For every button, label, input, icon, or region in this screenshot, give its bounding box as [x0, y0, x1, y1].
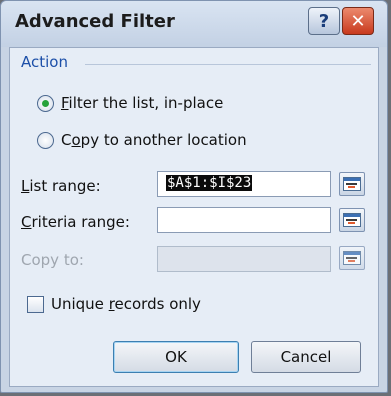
action-group-label: Action: [21, 53, 68, 71]
help-icon: ?: [318, 10, 330, 32]
unique-records-label: Unique records only: [51, 295, 201, 313]
list-range-value: $A$1:$I$23: [166, 175, 253, 191]
radio-dot: [42, 99, 49, 107]
cancel-label: Cancel: [280, 348, 332, 366]
advanced-filter-dialog: Advanced Filter ? ✕ Action Filter the li…: [0, 0, 388, 393]
ok-label: OK: [165, 348, 187, 366]
collapse-dialog-icon: [343, 177, 361, 191]
criteria-range-label: Criteria range:: [21, 213, 130, 231]
help-button[interactable]: ?: [308, 7, 340, 35]
criteria-range-collapse-button[interactable]: [339, 208, 365, 232]
collapse-dialog-icon: [343, 251, 361, 265]
cancel-button[interactable]: Cancel: [251, 341, 361, 373]
dialog-title: Advanced Filter: [15, 11, 175, 32]
copy-to-label: Copy to:: [21, 251, 84, 269]
radio-selected[interactable]: [37, 94, 54, 112]
radio-unselected[interactable]: [37, 131, 54, 149]
criteria-range-input[interactable]: [157, 207, 331, 233]
close-button[interactable]: ✕: [342, 7, 374, 35]
copy-to-location-radio[interactable]: Copy to another location: [37, 131, 247, 149]
list-range-label: List range:: [21, 177, 101, 195]
copy-to-input: [157, 246, 331, 272]
copy-to-collapse-button: [339, 246, 365, 270]
ok-button[interactable]: OK: [113, 341, 239, 373]
filter-in-place-label: Filter the list, in-place: [61, 94, 224, 112]
collapse-dialog-icon: [343, 213, 361, 227]
list-range-input[interactable]: $A$1:$I$23: [157, 171, 331, 197]
unique-records-checkbox-row[interactable]: Unique records only: [27, 295, 201, 313]
filter-in-place-radio[interactable]: Filter the list, in-place: [37, 94, 223, 112]
unique-records-checkbox[interactable]: [27, 295, 44, 313]
list-range-collapse-button[interactable]: [339, 172, 365, 196]
title-bar[interactable]: Advanced Filter ? ✕: [1, 1, 387, 47]
copy-to-location-label: Copy to another location: [61, 131, 247, 149]
group-divider: [85, 64, 371, 65]
close-icon: ✕: [350, 10, 366, 32]
